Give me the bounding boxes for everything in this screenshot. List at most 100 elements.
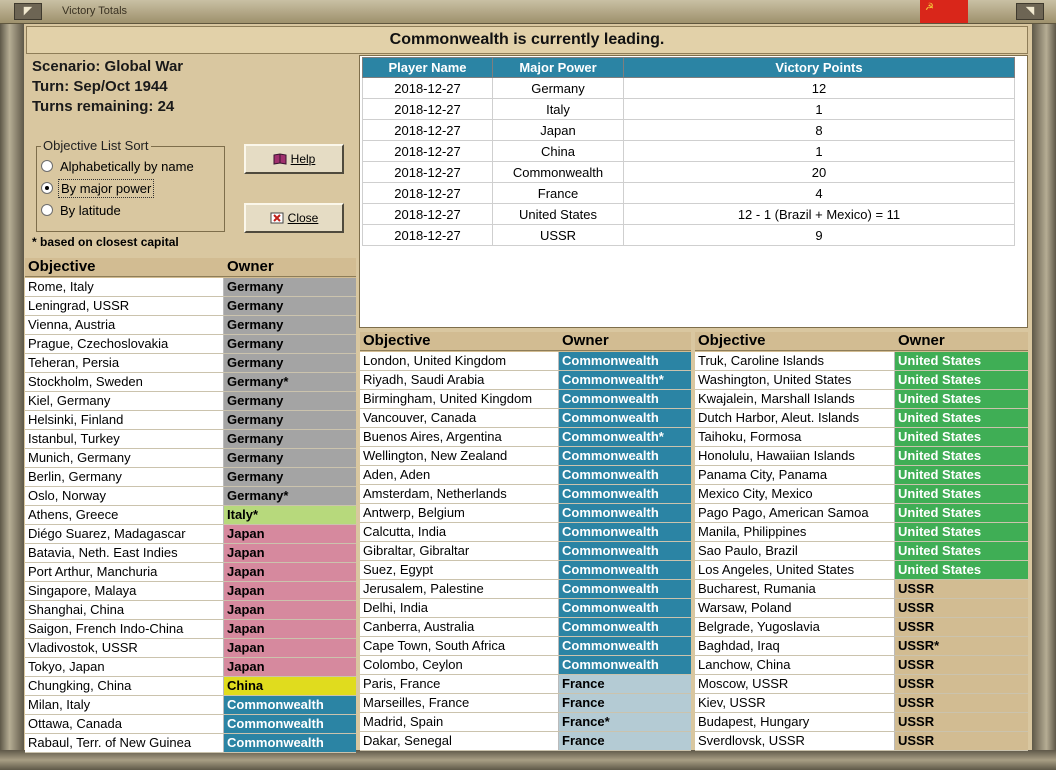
objective-row[interactable]: Leningrad, USSR Germany [25,297,356,316]
objective-row[interactable]: Batavia, Neth. East Indies Japan [25,544,356,563]
objective-row[interactable]: Dutch Harbor, Aleut. Islands United State… [695,409,1028,428]
objective-row[interactable]: Jerusalem, Palestine Commonwealth [360,580,691,599]
objective-row[interactable]: Truk, Caroline Islands United States [695,352,1028,371]
owner-column-header[interactable]: Owner [895,332,1028,350]
objective-name: Antwerp, Belgium [360,504,559,522]
system-menu-icon[interactable]: ◤ [14,3,42,20]
radio-latitude[interactable] [41,204,53,216]
objective-row[interactable]: Stockholm, Sweden Germany* [25,373,356,392]
objective-row[interactable]: Chungking, China China [25,677,356,696]
objective-column-header[interactable]: Objective [25,258,224,276]
objective-owner: Japan [224,620,356,638]
objective-row[interactable]: Madrid, Spain France* [360,713,691,732]
objective-row[interactable]: Singapore, Malaya Japan [25,582,356,601]
objective-name: Jerusalem, Palestine [360,580,559,598]
objective-row[interactable]: Vienna, Austria Germany [25,316,356,335]
objective-row[interactable]: Vancouver, Canada Commonwealth [360,409,691,428]
objective-row[interactable]: Colombo, Ceylon Commonwealth [360,656,691,675]
objective-row[interactable]: Helsinki, Finland Germany [25,411,356,430]
objective-name: Kiel, Germany [25,392,224,410]
sort-option-alphabetical[interactable]: Alphabetically by name [41,156,196,176]
objective-row[interactable]: Berlin, Germany Germany [25,468,356,487]
objective-row[interactable]: Mexico City, Mexico United States [695,485,1028,504]
objective-row[interactable]: Birmingham, United Kingdom Commonwealth [360,390,691,409]
sort-option-major-power[interactable]: By major power [41,178,155,198]
objective-row[interactable]: Calcutta, India Commonwealth [360,523,691,542]
objective-row[interactable]: Saigon, French Indo-China Japan [25,620,356,639]
objective-row[interactable]: Antwerp, Belgium Commonwealth [360,504,691,523]
objective-row[interactable]: Gibraltar, Gibraltar Commonwealth [360,542,691,561]
objective-name: Rome, Italy [25,278,224,296]
objective-row[interactable]: Canberra, Australia Commonwealth [360,618,691,637]
vp-cell-power: United States [492,203,624,225]
objective-row[interactable]: Baghdad, Iraq USSR* [695,637,1028,656]
objective-name: Batavia, Neth. East Indies [25,544,224,562]
objective-row[interactable]: Belgrade, Yugoslavia USSR [695,618,1028,637]
objective-name: Calcutta, India [360,523,559,541]
objective-row[interactable]: Suez, Egypt Commonwealth [360,561,691,580]
objective-row[interactable]: Prague, Czechoslovakia Germany [25,335,356,354]
objective-row[interactable]: Rome, Italy Germany [25,278,356,297]
objective-row[interactable]: Paris, France France [360,675,691,694]
objective-row[interactable]: Wellington, New Zealand Commonwealth [360,447,691,466]
radio-major-power[interactable] [41,182,53,194]
objective-row[interactable]: Milan, Italy Commonwealth [25,696,356,715]
objective-row[interactable]: Lanchow, China USSR [695,656,1028,675]
objective-row[interactable]: Amsterdam, Netherlands Commonwealth [360,485,691,504]
help-button[interactable]: Help [244,144,344,174]
objective-row[interactable]: Istanbul, Turkey Germany [25,430,356,449]
objective-row[interactable]: Shanghai, China Japan [25,601,356,620]
objective-row[interactable]: Aden, Aden Commonwealth [360,466,691,485]
objective-row[interactable]: Kiel, Germany Germany [25,392,356,411]
col-header-player[interactable]: Player Name [362,57,493,78]
vp-cell-power: Italy [492,98,624,120]
owner-column-header[interactable]: Owner [224,258,356,276]
objective-row[interactable]: Munich, Germany Germany [25,449,356,468]
objective-row[interactable]: Diégo Suarez, Madagascar Japan [25,525,356,544]
owner-column-header[interactable]: Owner [559,332,691,350]
objective-row[interactable]: Manila, Philippines United States [695,523,1028,542]
objective-row[interactable]: Rabaul, Terr. of New Guinea Commonwealth [25,734,356,753]
objective-row[interactable]: Buenos Aires, Argentina Commonwealth* [360,428,691,447]
objective-row[interactable]: Marseilles, France France [360,694,691,713]
objective-row[interactable]: Pago Pago, American Samoa United States [695,504,1028,523]
objective-row[interactable]: Kwajalein, Marshall Islands United States [695,390,1028,409]
radio-alphabetical[interactable] [41,160,53,172]
objective-row[interactable]: Honolulu, Hawaiian Islands United States [695,447,1028,466]
objective-row[interactable]: Port Arthur, Manchuria Japan [25,563,356,582]
objective-owner: Japan [224,582,356,600]
objective-row[interactable]: Tokyo, Japan Japan [25,658,356,677]
col-header-points[interactable]: Victory Points [623,57,1015,78]
objective-row[interactable]: London, United Kingdom Commonwealth [360,352,691,371]
objective-row[interactable]: Riyadh, Saudi Arabia Commonwealth* [360,371,691,390]
objective-column-header[interactable]: Objective [695,332,895,350]
objective-row[interactable]: Taihoku, Formosa United States [695,428,1028,447]
objective-row[interactable]: Sao Paulo, Brazil United States [695,542,1028,561]
vp-table-row: 2018-12-27 Italy 1 [362,98,1015,120]
objective-row[interactable]: Moscow, USSR USSR [695,675,1028,694]
objective-row[interactable]: Ottawa, Canada Commonwealth [25,715,356,734]
objective-row[interactable]: Warsaw, Poland USSR [695,599,1028,618]
sort-option-latitude[interactable]: By latitude [41,200,123,220]
objective-row[interactable]: Panama City, Panama United States [695,466,1028,485]
vp-cell-power: Germany [492,77,624,99]
objective-row[interactable]: Budapest, Hungary USSR [695,713,1028,732]
objective-row[interactable]: Oslo, Norway Germany* [25,487,356,506]
objective-row[interactable]: Sverdlovsk, USSR USSR [695,732,1028,751]
close-button[interactable]: Close [244,203,344,233]
objective-list-middle: Objective Owner London, United Kingdom Comm… [360,332,691,751]
objective-row[interactable]: Vladivostok, USSR Japan [25,639,356,658]
objective-row[interactable]: Delhi, India Commonwealth [360,599,691,618]
objective-row[interactable]: Teheran, Persia Germany [25,354,356,373]
objective-row[interactable]: Los Angeles, United States United States [695,561,1028,580]
objective-row[interactable]: Athens, Greece Italy* [25,506,356,525]
objective-owner: Germany [224,354,356,372]
objective-row[interactable]: Dakar, Senegal France [360,732,691,751]
objective-column-header[interactable]: Objective [360,332,559,350]
objective-row[interactable]: Kiev, USSR USSR [695,694,1028,713]
col-header-power[interactable]: Major Power [492,57,624,78]
objective-row[interactable]: Washington, United States United States [695,371,1028,390]
objective-row[interactable]: Bucharest, Rumania USSR [695,580,1028,599]
window-restore-icon[interactable]: ◥ [1016,3,1044,20]
objective-row[interactable]: Cape Town, South Africa Commonwealth [360,637,691,656]
